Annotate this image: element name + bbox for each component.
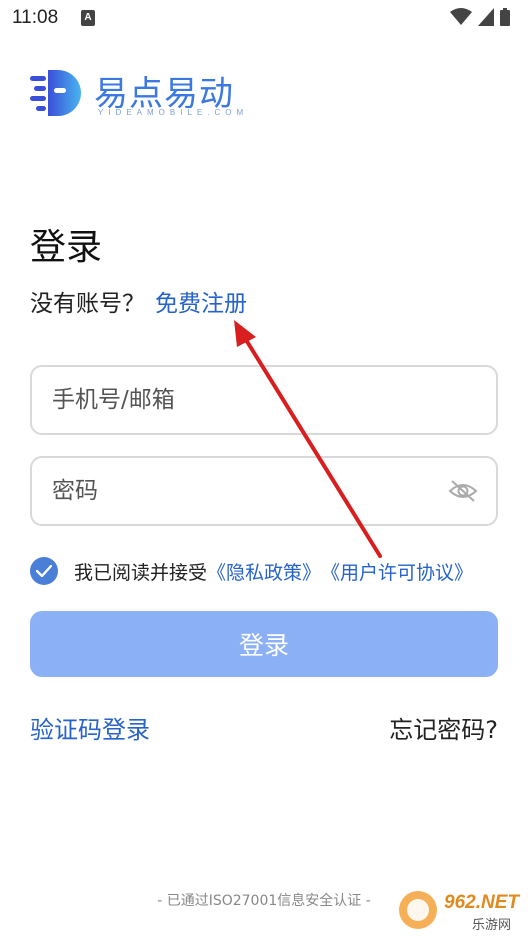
eye-off-icon[interactable]	[448, 477, 478, 505]
forgot-password-link[interactable]: 忘记密码?	[389, 710, 498, 745]
register-row: 没有账号？ 免费注册	[30, 284, 247, 318]
password-input[interactable]	[52, 458, 452, 524]
page-title: 登录	[30, 227, 103, 268]
watermark-brand: 962.NET	[444, 892, 519, 913]
wifi-icon	[450, 8, 472, 25]
a-icon: A	[81, 10, 95, 26]
status-bar: 11:08 A	[0, 0, 528, 36]
status-time: 11:08	[12, 7, 59, 28]
watermark: 962.NET 乐游网	[396, 888, 522, 934]
register-prompt: 没有账号？	[30, 291, 145, 317]
code-login-link[interactable]: 验证码登录	[30, 710, 150, 745]
check-icon	[36, 565, 52, 577]
agree-checkbox[interactable]	[30, 557, 58, 585]
signal-icon	[478, 8, 494, 26]
login-button[interactable]: 登录	[30, 611, 498, 677]
user-agreement-link[interactable]: 《用户许可协议》	[321, 558, 473, 585]
status-icons	[450, 8, 510, 26]
agreement-row: 我已阅读并接受 《隐私政策》 《用户许可协议》	[30, 556, 473, 586]
watermark-subtitle: 乐游网	[472, 918, 512, 933]
agree-text: 我已阅读并接受	[74, 561, 208, 584]
phone-field[interactable]	[30, 365, 498, 435]
phone-input[interactable]	[52, 367, 452, 433]
brand-domain: YIDEAMOBILE.COM	[98, 108, 249, 117]
password-field[interactable]	[30, 456, 498, 526]
privacy-policy-link[interactable]: 《隐私政策》	[207, 558, 321, 585]
battery-icon	[500, 8, 510, 26]
register-link[interactable]: 免费注册	[155, 291, 247, 317]
